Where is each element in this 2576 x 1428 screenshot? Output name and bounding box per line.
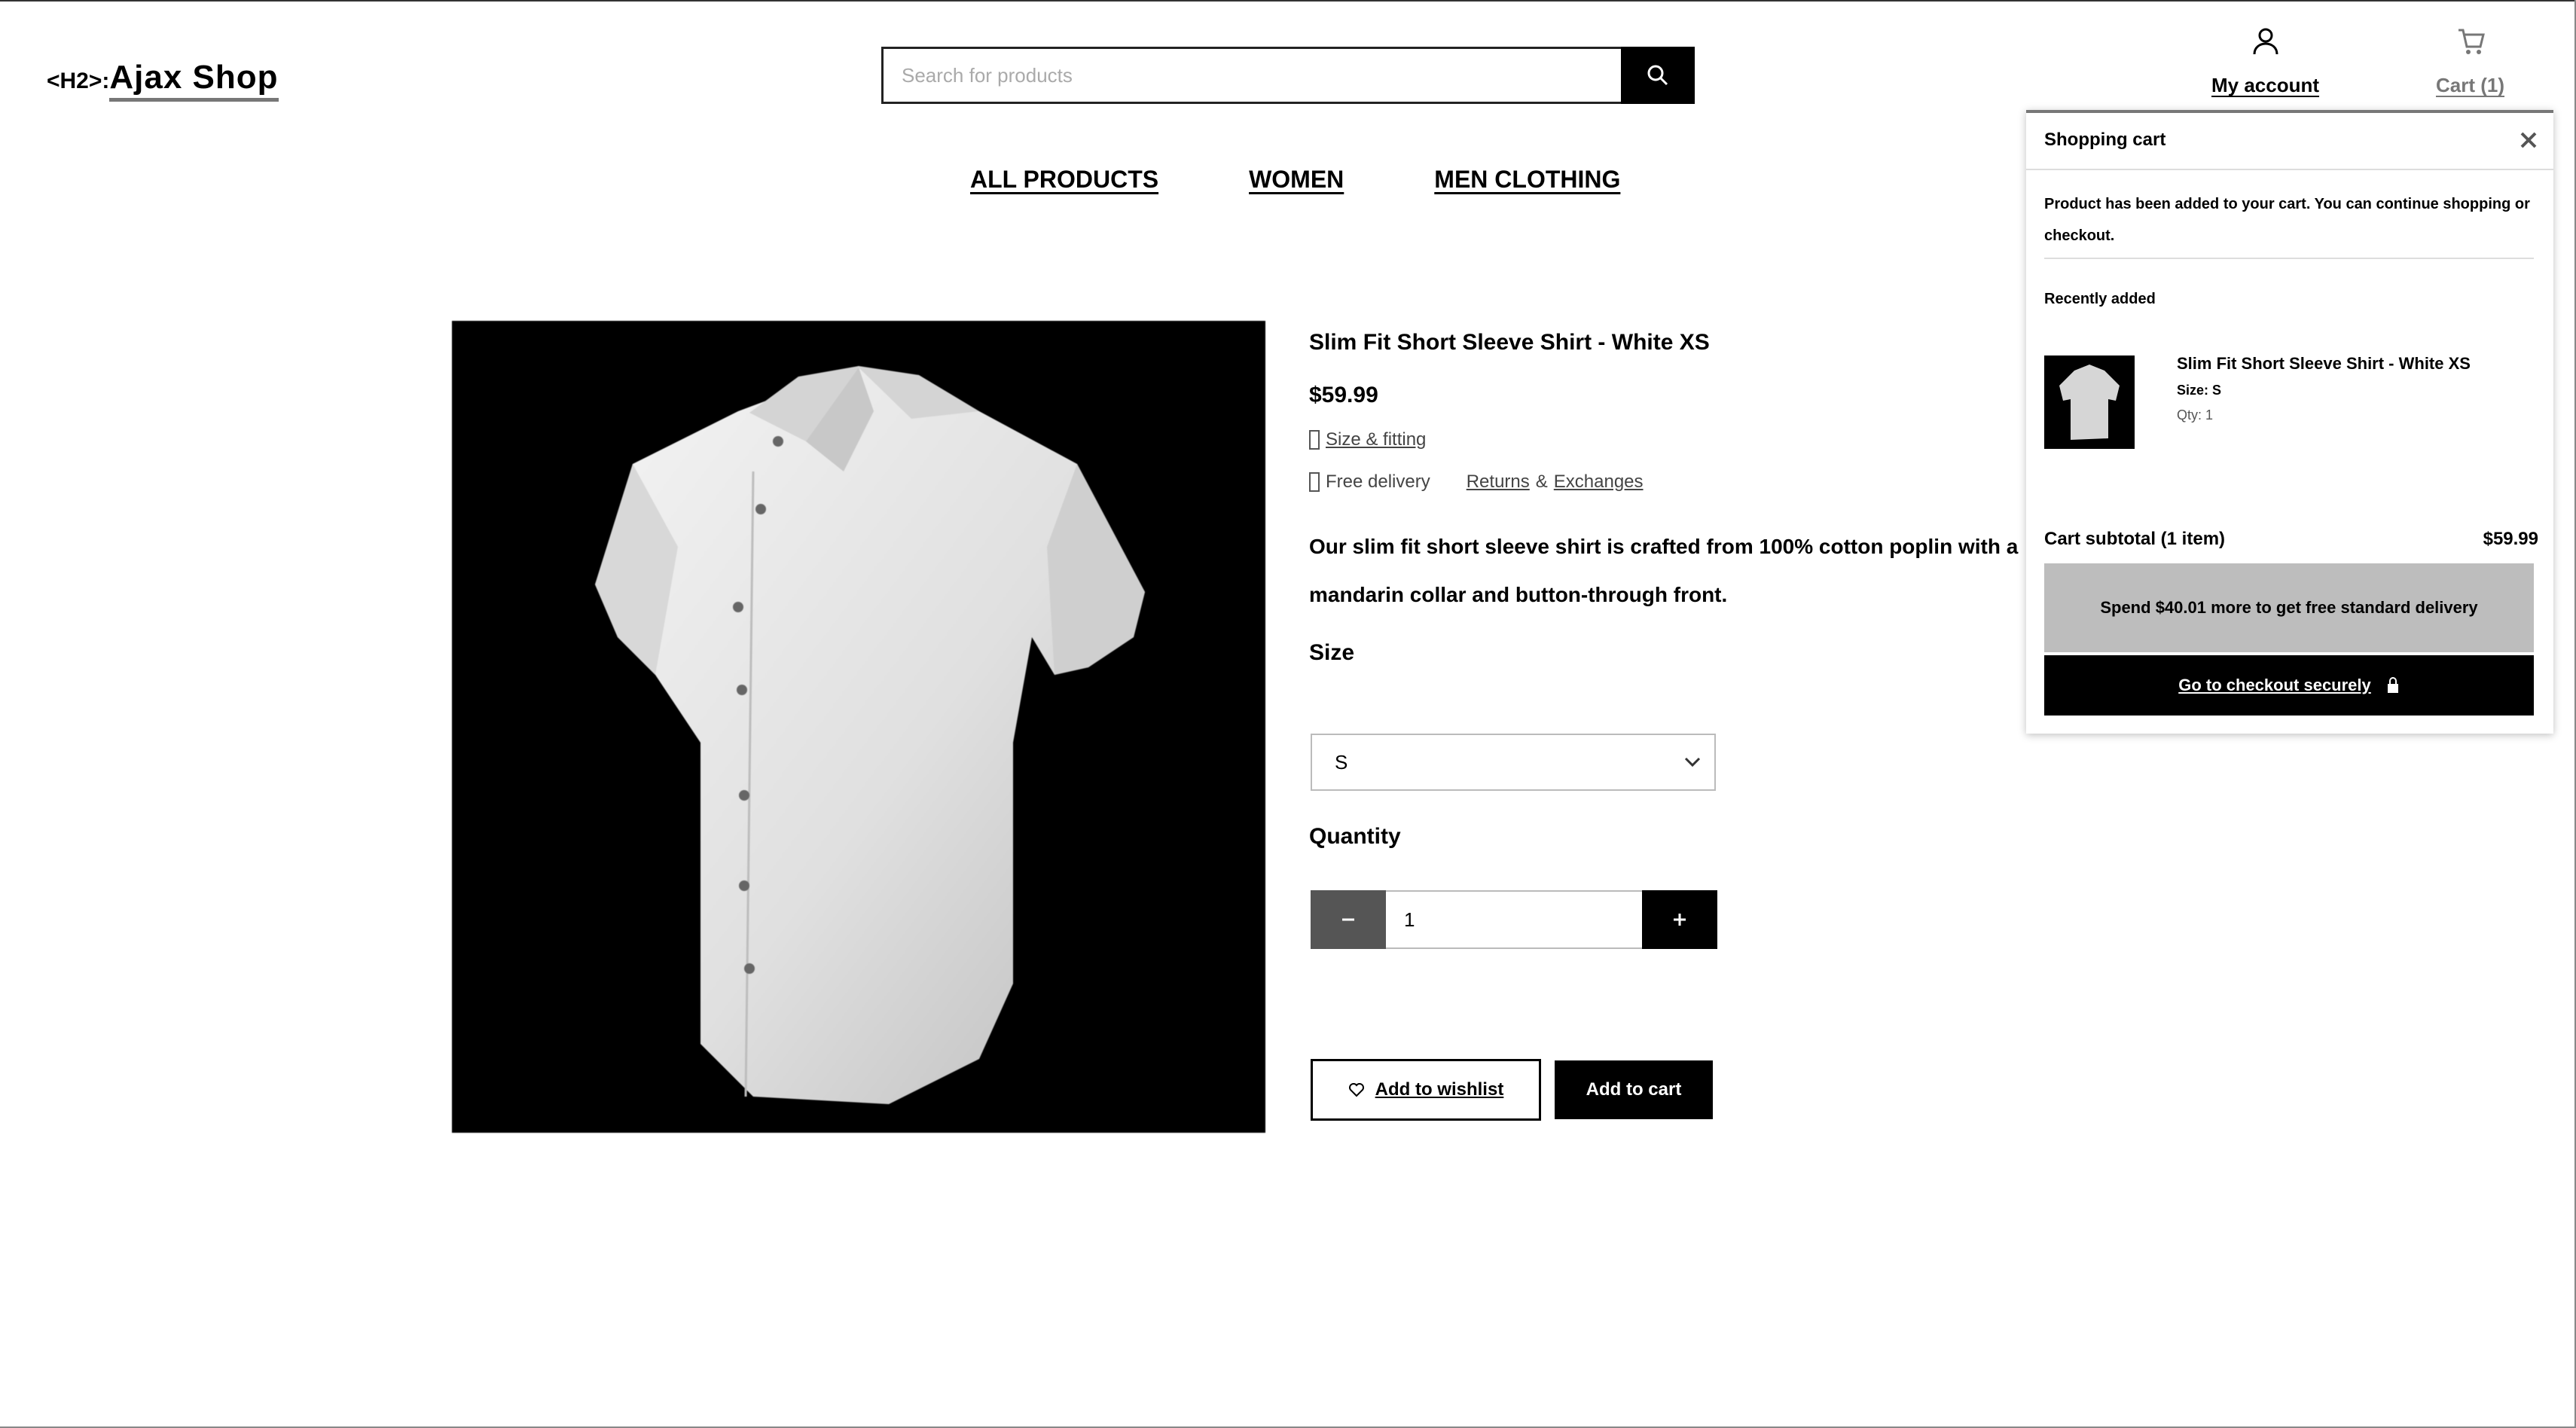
size-value: S: [1335, 750, 1348, 774]
checkout-button[interactable]: Go to checkout securely: [2044, 655, 2534, 716]
account-link[interactable]: My account: [2211, 26, 2319, 97]
cart-subtotal-row: Cart subtotal (1 item) $59.99: [2044, 529, 2538, 550]
size-select[interactable]: S: [1311, 734, 1716, 791]
nav-item-men-clothing[interactable]: MEN CLOTHING: [1434, 166, 1620, 194]
returns-link[interactable]: Returns: [1467, 471, 1530, 493]
ruler-icon: [1309, 430, 1320, 450]
cart-link[interactable]: Cart (1): [2436, 26, 2504, 97]
search-button[interactable]: [1621, 47, 1695, 104]
cart-dropdown-header: Shopping cart: [2044, 130, 2538, 151]
search-input[interactable]: [881, 47, 1621, 104]
product-title: Slim Fit Short Sleeve Shirt - White XS: [1309, 330, 1710, 355]
cart-item: Slim Fit Short Sleeve Shirt - White XS S…: [2177, 354, 2538, 423]
add-to-wishlist-button[interactable]: Add to wishlist: [1311, 1059, 1541, 1121]
cart-recent-label: Recently added: [2044, 291, 2156, 307]
exchanges-link[interactable]: Exchanges: [1554, 471, 1644, 493]
size-label: Size: [1309, 640, 1355, 665]
note-prefix: Spend: [2100, 598, 2151, 617]
cart-dropdown: Shopping cart Product has been added to …: [2026, 110, 2553, 734]
quantity-stepper: 1: [1311, 890, 1717, 949]
note-suffix: more to get free standard delivery: [2211, 598, 2478, 617]
main-nav: ALL PRODUCTS WOMEN MEN CLOTHING: [970, 166, 1620, 194]
product-price: $59.99: [1309, 383, 1378, 407]
cart-added-message: Product has been added to your cart. You…: [2044, 196, 2530, 244]
logo-prefix: <H2>:: [47, 69, 110, 93]
wishlist-label: Add to wishlist: [1375, 1079, 1504, 1100]
cart-icon: [2458, 29, 2485, 54]
user-icon: [2253, 28, 2278, 55]
minus-icon: [1342, 918, 1354, 921]
heart-icon: [1348, 1083, 1364, 1097]
quantity-label: Quantity: [1309, 824, 1401, 849]
account-label[interactable]: My account: [2211, 74, 2319, 97]
plus-icon: [1674, 914, 1686, 926]
cart-divider: [2026, 169, 2553, 170]
size-guide-link[interactable]: Size & fitting: [1326, 429, 1426, 450]
logo-name[interactable]: Ajax Shop: [109, 59, 279, 102]
nav-item-women[interactable]: WOMEN: [1249, 166, 1344, 194]
top-border: [0, 0, 2576, 2]
chevron-down-icon: [1684, 757, 1701, 767]
site-logo[interactable]: <H2>: Ajax Shop: [47, 59, 279, 102]
cart-item-name[interactable]: Slim Fit Short Sleeve Shirt - White XS: [2177, 354, 2538, 374]
quantity-increase-button[interactable]: [1642, 890, 1717, 949]
cart-item-size: Size: S: [2177, 383, 2222, 398]
quantity-input[interactable]: 1: [1386, 890, 1642, 949]
lock-icon: [2387, 677, 2398, 693]
delivery-row: Free delivery Returns & Exchanges: [1309, 471, 2032, 493]
search-icon: [1647, 65, 1668, 86]
free-delivery-text: Spend $40.01 more to get free standard d…: [2100, 592, 2477, 624]
quantity-decrease-button[interactable]: [1311, 890, 1386, 949]
note-amount: $40.01: [2155, 598, 2206, 617]
product-image: [452, 321, 1265, 1133]
shirt-illustration: [595, 366, 1145, 1104]
size-guide-row: Size & fitting: [1309, 429, 2032, 450]
cart-subtotal-label: Cart subtotal (1 item): [2044, 529, 2226, 549]
cart-divider: [2044, 258, 2534, 259]
product-description: Our slim fit short sleeve shirt is craft…: [1309, 535, 2019, 606]
cart-item-thumbnail[interactable]: [2044, 355, 2135, 449]
cart-subtotal-value: $59.99: [2483, 529, 2538, 549]
checkout-label: Go to checkout securely: [2178, 676, 2371, 694]
add-to-cart-button[interactable]: Add to cart: [1555, 1060, 1713, 1119]
delivery-amp: &: [1535, 471, 1548, 492]
shirt-thumbnail-image: [2059, 365, 2120, 440]
nav-item-all-products[interactable]: ALL PRODUCTS: [970, 166, 1158, 194]
free-delivery-note: Spend $40.01 more to get free standard d…: [2044, 563, 2534, 652]
delivery-text: Free delivery: [1326, 471, 1430, 492]
truck-icon: [1309, 472, 1320, 492]
cart-label[interactable]: Cart (1): [2436, 74, 2504, 97]
product-details: Slim Fit Short Sleeve Shirt - White XS $…: [1309, 330, 2032, 666]
cart-dropdown-title: Shopping cart: [2044, 130, 2166, 150]
close-icon[interactable]: [2519, 130, 2538, 150]
cart-item-qty: Qty: 1: [2177, 407, 2214, 423]
search-bar: [881, 47, 1695, 104]
